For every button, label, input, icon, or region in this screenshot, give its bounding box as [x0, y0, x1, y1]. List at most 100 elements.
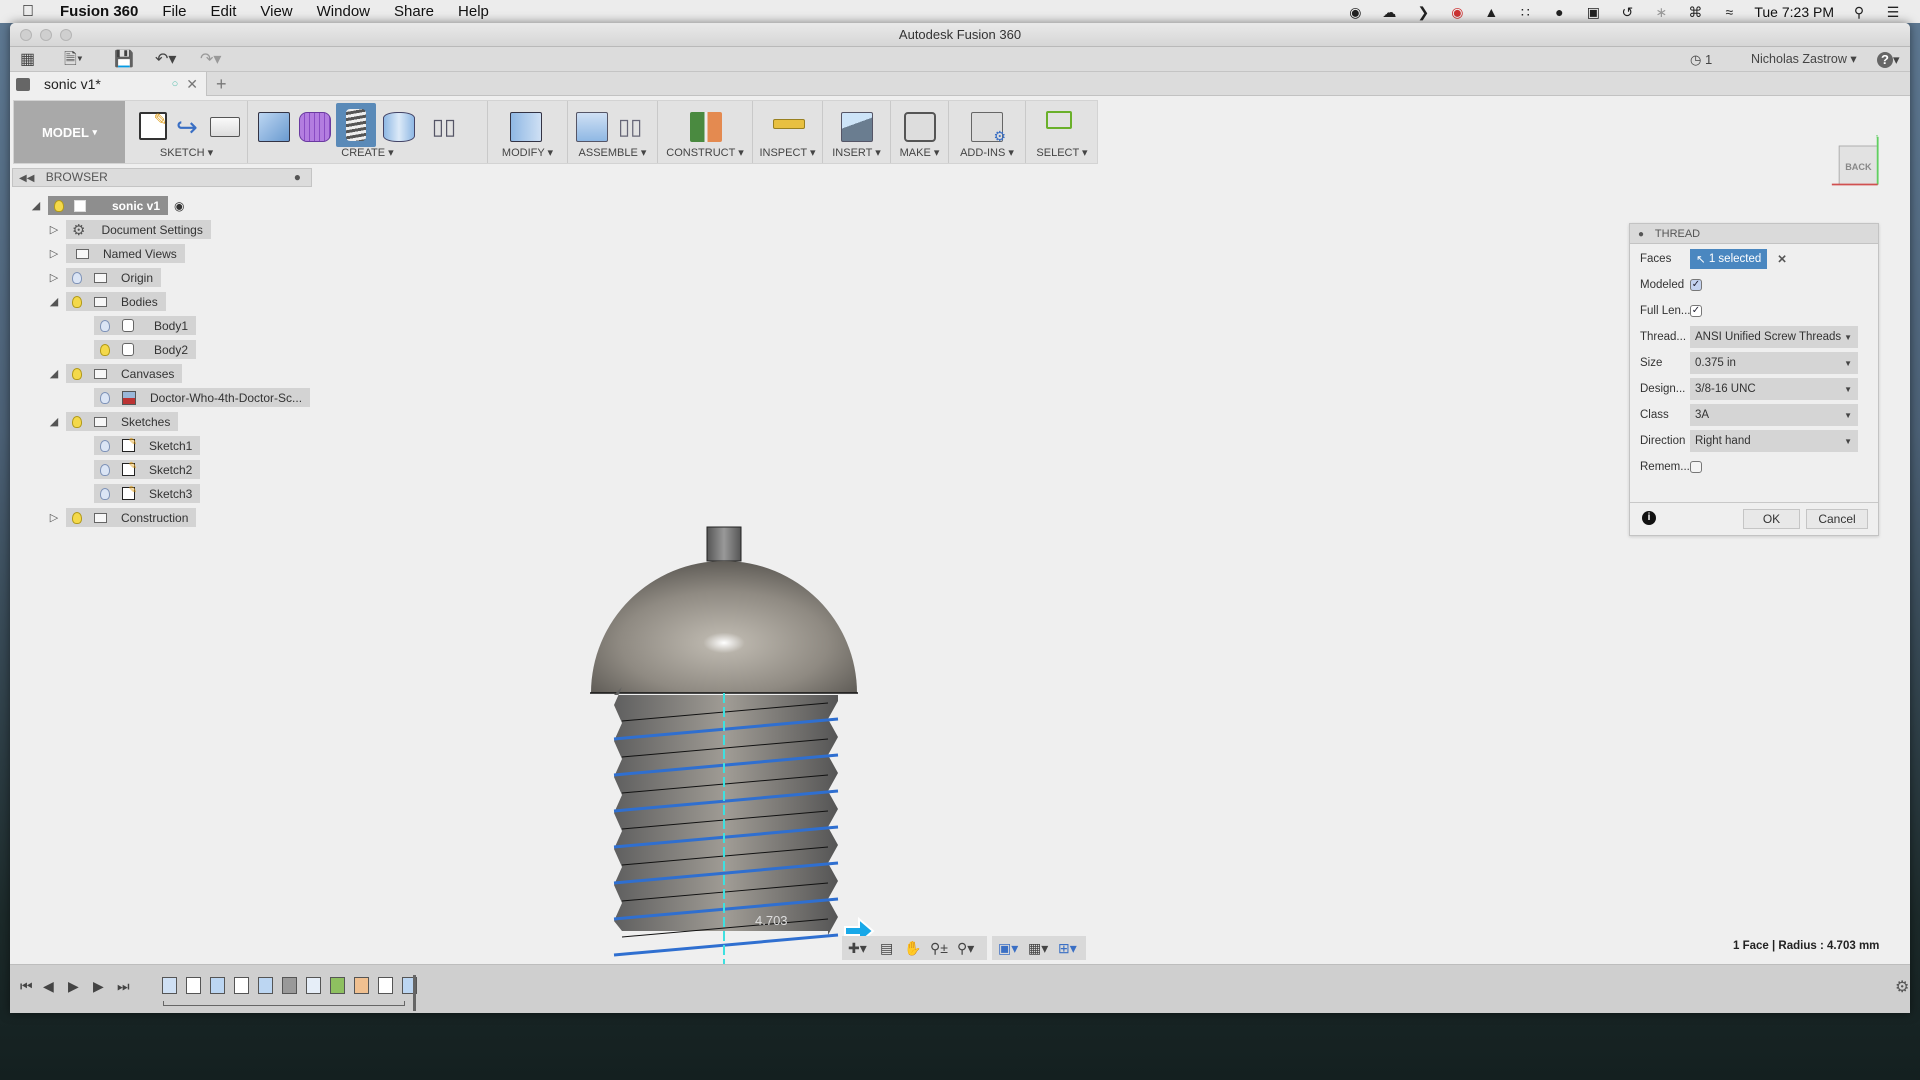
visibility-bulb-icon[interactable]: [72, 415, 82, 428]
class-dropdown[interactable]: 3A ▼: [1690, 404, 1858, 426]
timeline-feature-split[interactable]: [354, 977, 369, 994]
3d-print-icon[interactable]: [904, 112, 936, 142]
ok-button[interactable]: OK: [1743, 509, 1800, 529]
timeline-feature-canvas[interactable]: [162, 977, 177, 994]
save-icon[interactable]: 💾: [114, 50, 134, 69]
inspect-menu[interactable]: INSPECT ▾: [753, 146, 822, 159]
direction-dropdown[interactable]: Right hand ▼: [1690, 430, 1858, 452]
addins-menu[interactable]: ADD-INS ▾: [949, 146, 1025, 159]
chevron-right-icon[interactable]: ❯: [1414, 4, 1432, 20]
browser-item-named-views[interactable]: ▷ Named Views: [48, 244, 185, 263]
browser-item-document-settings[interactable]: ▷ ⚙ Document Settings: [48, 220, 211, 239]
menu-edit[interactable]: Edit: [199, 3, 249, 20]
expand-triangle-icon[interactable]: ▷: [48, 271, 60, 284]
press-pull-icon[interactable]: [510, 112, 542, 142]
insert-image-icon[interactable]: [841, 112, 873, 142]
form-icon[interactable]: [299, 112, 331, 142]
visibility-bulb-icon[interactable]: [72, 295, 82, 308]
clock[interactable]: Tue 7:23 PM: [1754, 4, 1834, 20]
browser-item-origin[interactable]: ▷ Origin: [48, 268, 162, 287]
timeline-feature-joint[interactable]: [330, 977, 345, 994]
browser-item-sketch3[interactable]: ✎ Sketch3: [76, 484, 201, 503]
timeline-settings-icon[interactable]: ⚙: [1895, 977, 1909, 997]
spline-icon[interactable]: ↪: [176, 112, 208, 142]
timeline-marker[interactable]: [413, 975, 416, 1011]
collapse-triangle-icon[interactable]: ◢: [48, 367, 60, 380]
timeline-feature-shell[interactable]: [306, 977, 321, 994]
visibility-bulb-icon[interactable]: [72, 271, 82, 284]
collapse-triangle-icon[interactable]: ◢: [48, 295, 60, 308]
apple-menu-icon[interactable]: : [0, 3, 48, 21]
thread-dialog-header[interactable]: ● THREAD: [1630, 224, 1878, 244]
browser-item-body2[interactable]: Body2: [76, 340, 197, 359]
modify-menu[interactable]: MODIFY ▾: [488, 146, 567, 159]
display-settings-icon[interactable]: ▣▾: [998, 940, 1018, 956]
new-tab-button[interactable]: +: [216, 74, 227, 95]
menu-share[interactable]: Share: [382, 3, 446, 20]
browser-item-construction[interactable]: ▷ Construction: [48, 508, 197, 527]
browser-root[interactable]: ◢ sonic v1 ◉: [30, 196, 185, 215]
rectangle-icon[interactable]: [210, 117, 240, 137]
browser-item-bodies[interactable]: ◢ Bodies: [48, 292, 166, 311]
record-icon[interactable]: ◉: [1346, 4, 1364, 20]
cylinder-icon[interactable]: [383, 112, 415, 142]
orbit-icon[interactable]: ✚▾: [848, 940, 867, 956]
menu-window[interactable]: Window: [305, 3, 382, 20]
size-dropdown[interactable]: 0.375 in ▼: [1690, 352, 1858, 374]
clear-selection-icon[interactable]: ✕: [1777, 252, 1787, 266]
designation-dropdown[interactable]: 3/8-16 UNC ▼: [1690, 378, 1858, 400]
step-forward-icon[interactable]: ▶: [93, 978, 104, 995]
offset-plane-icon[interactable]: [690, 112, 722, 142]
create-sketch-icon[interactable]: ✎: [139, 112, 167, 140]
cancel-button[interactable]: Cancel: [1806, 509, 1868, 529]
full-length-checkbox[interactable]: ✓: [1690, 305, 1702, 317]
look-at-icon[interactable]: ▤: [880, 940, 893, 956]
step-back-icon[interactable]: ◀: [43, 978, 54, 995]
chat-bubble-icon[interactable]: ●: [1550, 4, 1568, 20]
visibility-bulb-icon[interactable]: [100, 487, 110, 500]
spotlight-icon[interactable]: ⚲: [1850, 4, 1868, 20]
menu-view[interactable]: View: [248, 3, 304, 20]
grid-dots-icon[interactable]: ∷: [1516, 4, 1534, 20]
visibility-bulb-icon[interactable]: [100, 463, 110, 476]
timeline-feature-sketch[interactable]: [234, 977, 249, 994]
go-to-start-icon[interactable]: ⏮: [20, 978, 33, 995]
visibility-bulb-icon[interactable]: [72, 511, 82, 524]
zoom-window-button[interactable]: [60, 29, 72, 41]
collapse-browser-icon[interactable]: ◀◀: [19, 173, 34, 184]
sketch-menu[interactable]: SKETCH ▾: [126, 146, 247, 159]
assemble-menu[interactable]: ASSEMBLE ▾: [568, 146, 657, 159]
app-menu[interactable]: Fusion 360: [48, 3, 150, 20]
undo-icon[interactable]: ↶▾: [155, 50, 176, 69]
window-select-icon[interactable]: [1046, 111, 1072, 129]
browser-item-sketches[interactable]: ◢ Sketches: [48, 412, 179, 431]
coil-tool-active[interactable]: [336, 103, 376, 147]
select-menu[interactable]: SELECT ▾: [1026, 146, 1098, 159]
threaded-shaft[interactable]: [613, 687, 839, 957]
zoom-icon[interactable]: ⚲±: [930, 940, 948, 956]
make-menu[interactable]: MAKE ▾: [891, 146, 948, 159]
display-icon[interactable]: ▣: [1584, 4, 1602, 20]
scripts-icon[interactable]: ⚙: [971, 112, 1006, 144]
box-icon[interactable]: [258, 112, 290, 142]
browser-item-doctor-who-4th-doctor-sc[interactable]: Doctor-Who-4th-Doctor-Sc...: [76, 388, 311, 407]
notification-center-icon[interactable]: ☰: [1884, 4, 1902, 20]
data-panel-grid-icon[interactable]: ▦: [20, 50, 35, 69]
browser-minimize-icon[interactable]: ●: [294, 169, 301, 186]
privacy-icon[interactable]: ▲: [1482, 4, 1500, 20]
close-window-button[interactable]: [20, 29, 32, 41]
construct-menu[interactable]: CONSTRUCT ▾: [658, 146, 752, 159]
activate-component-icon[interactable]: ◉: [174, 199, 184, 213]
collapse-triangle-icon[interactable]: ◢: [48, 415, 60, 428]
visibility-bulb-icon[interactable]: [100, 391, 110, 404]
info-icon[interactable]: i: [1642, 511, 1656, 525]
redo-icon[interactable]: ↷▾: [200, 50, 221, 69]
tab-sonic-v1[interactable]: sonic v1* ○ ✕: [10, 72, 207, 96]
timeline-feature-sketch[interactable]: [186, 977, 201, 994]
mirror-icon[interactable]: ▯▯: [428, 112, 460, 142]
user-menu[interactable]: Nicholas Zastrow ▾: [1751, 50, 1857, 69]
measure-icon[interactable]: [773, 119, 805, 129]
go-to-end-icon[interactable]: ⏭: [117, 978, 130, 995]
viewcube[interactable]: BACK Y X: [1830, 135, 1885, 190]
browser-item-canvases[interactable]: ◢ Canvases: [48, 364, 183, 383]
